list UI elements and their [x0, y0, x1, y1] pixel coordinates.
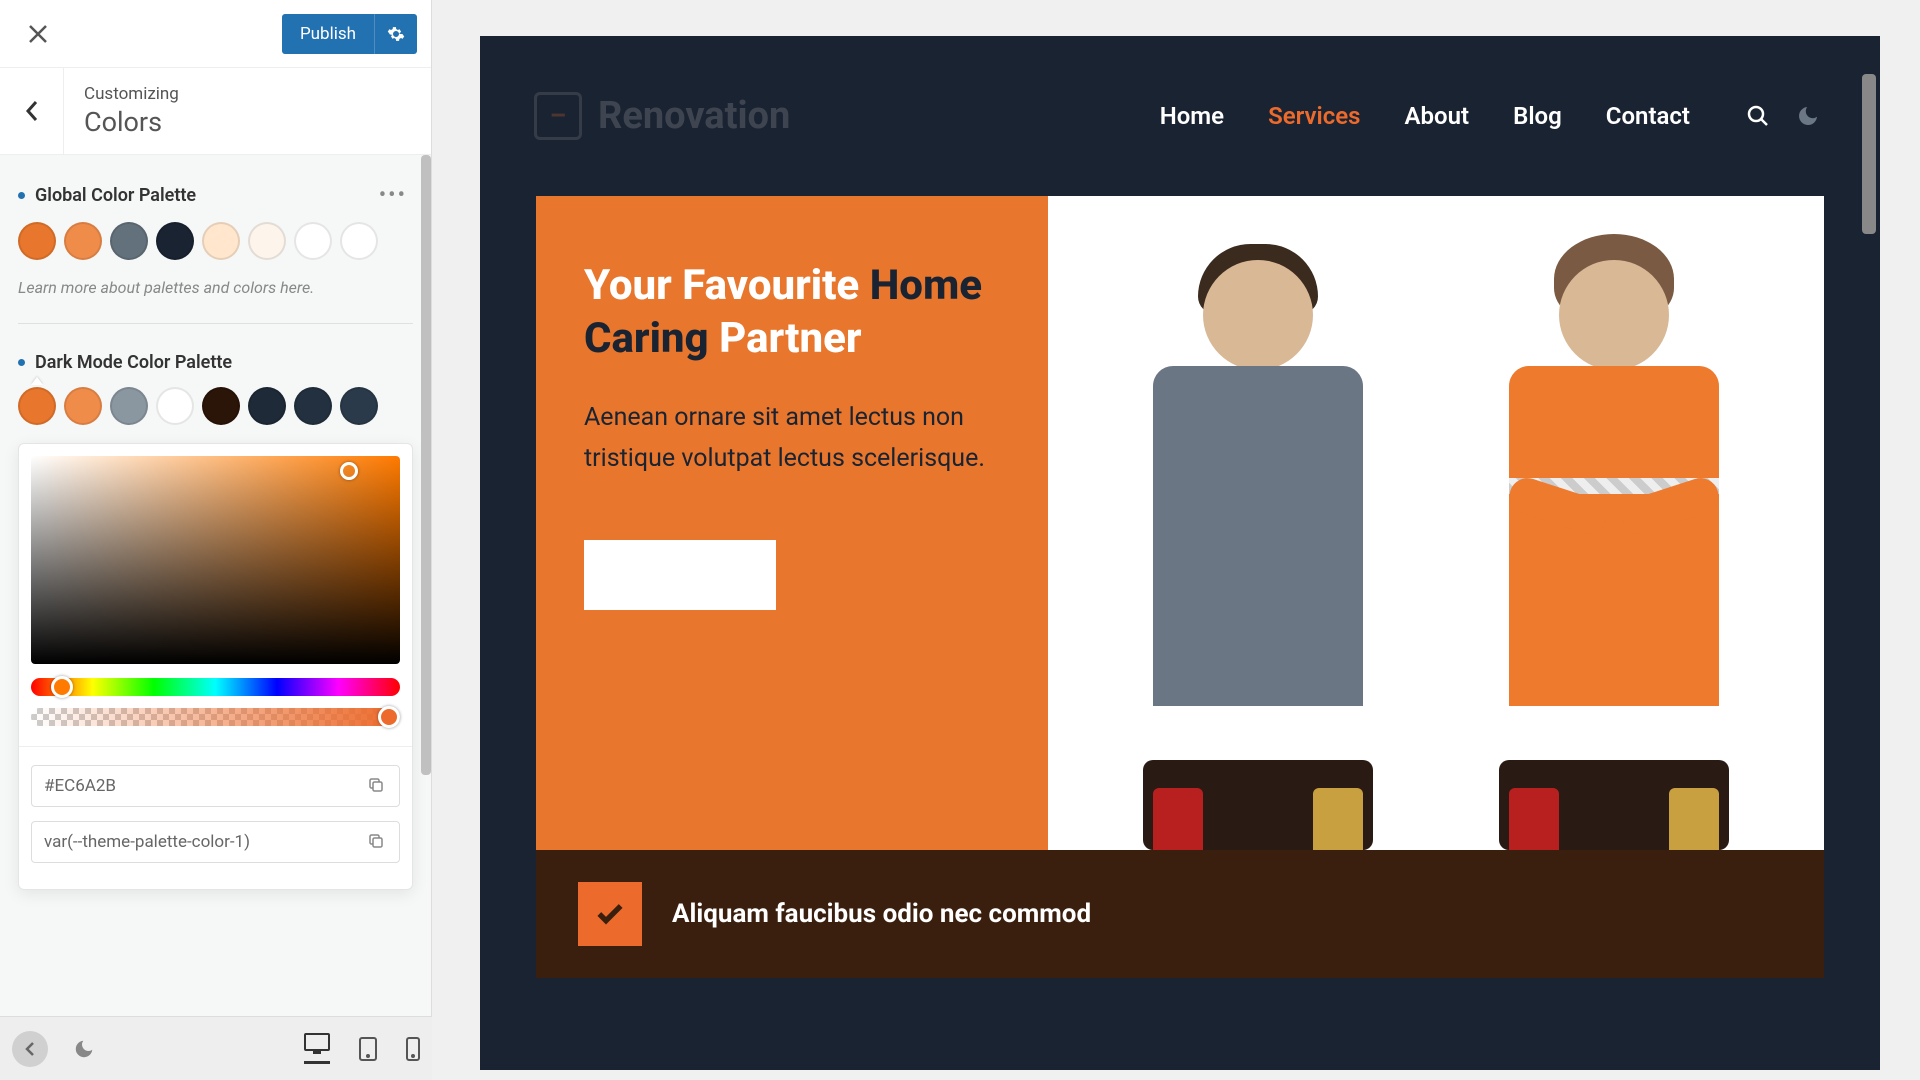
color-picker-popup [18, 443, 413, 890]
color-swatch[interactable] [340, 387, 378, 425]
nav-about[interactable]: About [1405, 102, 1470, 130]
copy-icon [367, 776, 385, 794]
tablet-preview-button[interactable] [358, 1037, 378, 1061]
sidebar-header: Publish [0, 0, 431, 68]
hero-cta-button[interactable] [584, 540, 776, 610]
global-palette-label: Global Color Palette [35, 185, 196, 206]
hide-controls-button[interactable] [12, 1031, 48, 1067]
color-swatch[interactable] [294, 387, 332, 425]
main-nav: Home Services About Blog Contact [1160, 102, 1820, 130]
feature-banner: Aliquam faucibus odio nec commod [536, 850, 1824, 978]
dark-palette-section: Dark Mode Color Palette [18, 324, 413, 890]
copy-icon [367, 832, 385, 850]
global-swatch-row [18, 222, 413, 260]
chevron-left-icon [25, 100, 39, 122]
scrollbar[interactable] [421, 155, 431, 775]
dark-swatch-row [18, 387, 413, 425]
color-swatch[interactable] [248, 222, 286, 260]
color-swatch[interactable] [18, 387, 56, 425]
hue-handle[interactable] [51, 676, 73, 698]
copy-hex-button[interactable] [367, 776, 387, 796]
color-swatch[interactable] [18, 222, 56, 260]
site-title: Renovation [598, 94, 790, 138]
color-swatch[interactable] [110, 222, 148, 260]
banner-text: Aliquam faucibus odio nec commod [672, 899, 1091, 929]
close-icon [29, 25, 47, 43]
nav-home[interactable]: Home [1160, 102, 1224, 130]
person-illustration [1079, 248, 1436, 850]
search-button[interactable] [1746, 104, 1770, 128]
site-logo[interactable]: – Renovation [534, 92, 790, 140]
alpha-handle[interactable] [378, 706, 400, 728]
learn-more-link[interactable]: Learn more about palettes and colors her… [18, 278, 413, 324]
color-swatch[interactable] [294, 222, 332, 260]
search-icon [1746, 104, 1770, 128]
breadcrumb: Customizing [84, 84, 411, 104]
saturation-area[interactable] [31, 456, 400, 664]
publish-group: Publish [282, 14, 417, 54]
nav-blog[interactable]: Blog [1513, 102, 1562, 130]
color-swatch[interactable] [248, 387, 286, 425]
modified-indicator-icon [18, 192, 25, 199]
publish-button[interactable]: Publish [282, 14, 374, 54]
hue-slider[interactable] [31, 678, 400, 696]
desktop-preview-button[interactable] [304, 1033, 330, 1064]
color-swatch[interactable] [64, 222, 102, 260]
color-swatch[interactable] [340, 222, 378, 260]
bottom-toolbar [0, 1016, 432, 1080]
hero-section: Your Favourite Home Caring Partner Aenea… [536, 196, 1824, 850]
color-swatch[interactable] [156, 387, 194, 425]
back-button[interactable] [0, 68, 64, 154]
dark-mode-toggle[interactable] [66, 1031, 102, 1067]
desktop-icon [304, 1033, 330, 1055]
check-icon [594, 898, 626, 930]
tablet-icon [358, 1037, 378, 1061]
site-header: – Renovation Home Services About Blog Co… [480, 36, 1880, 196]
saturation-handle[interactable] [340, 462, 358, 480]
mobile-preview-button[interactable] [406, 1037, 420, 1061]
alpha-slider[interactable] [31, 708, 400, 726]
copy-var-button[interactable] [367, 832, 387, 852]
dark-palette-label: Dark Mode Color Palette [35, 352, 232, 373]
palette-menu-button[interactable]: ••• [379, 183, 413, 208]
section-title: Colors [84, 106, 411, 138]
hero-title-part3: Partner [719, 314, 861, 363]
site-preview: – Renovation Home Services About Blog Co… [480, 36, 1880, 1070]
hero-subtitle: Aenean ornare sit amet lectus non tristi… [584, 397, 1000, 480]
color-swatch[interactable] [110, 387, 148, 425]
logo-mark-icon: – [534, 92, 582, 140]
moon-icon [73, 1038, 95, 1060]
chevron-left-icon [24, 1041, 36, 1057]
global-palette-section: Global Color Palette ••• Learn more abou… [18, 155, 413, 324]
hero-image [1048, 196, 1824, 850]
publish-settings-button[interactable] [374, 14, 417, 54]
customizer-sidebar: Publish Customizing Colors Global Color … [0, 0, 432, 1080]
theme-toggle[interactable] [1796, 104, 1820, 128]
check-badge [578, 882, 642, 946]
section-header: Customizing Colors [0, 68, 431, 155]
css-var-input[interactable] [44, 832, 367, 852]
panel-body: Global Color Palette ••• Learn more abou… [0, 155, 431, 1080]
hero-title: Your Favourite Home Caring Partner [584, 260, 1000, 365]
var-input-row [31, 821, 400, 863]
person-illustration [1436, 248, 1793, 850]
hero-content: Your Favourite Home Caring Partner Aenea… [536, 196, 1048, 850]
nav-contact[interactable]: Contact [1606, 102, 1690, 130]
preview-scrollbar[interactable] [1862, 74, 1876, 234]
modified-indicator-icon [18, 359, 25, 366]
moon-icon [1796, 104, 1820, 128]
color-swatch[interactable] [156, 222, 194, 260]
color-swatch[interactable] [202, 387, 240, 425]
hex-input-row [31, 765, 400, 807]
mobile-icon [406, 1037, 420, 1061]
color-swatch[interactable] [202, 222, 240, 260]
color-swatch[interactable] [64, 387, 102, 425]
hex-input[interactable] [44, 776, 367, 796]
hero-title-part1: Your Favourite [584, 261, 870, 310]
device-preview-group [304, 1033, 420, 1064]
close-customizer-button[interactable] [14, 10, 62, 58]
gear-icon [387, 25, 405, 43]
nav-services[interactable]: Services [1268, 102, 1360, 130]
